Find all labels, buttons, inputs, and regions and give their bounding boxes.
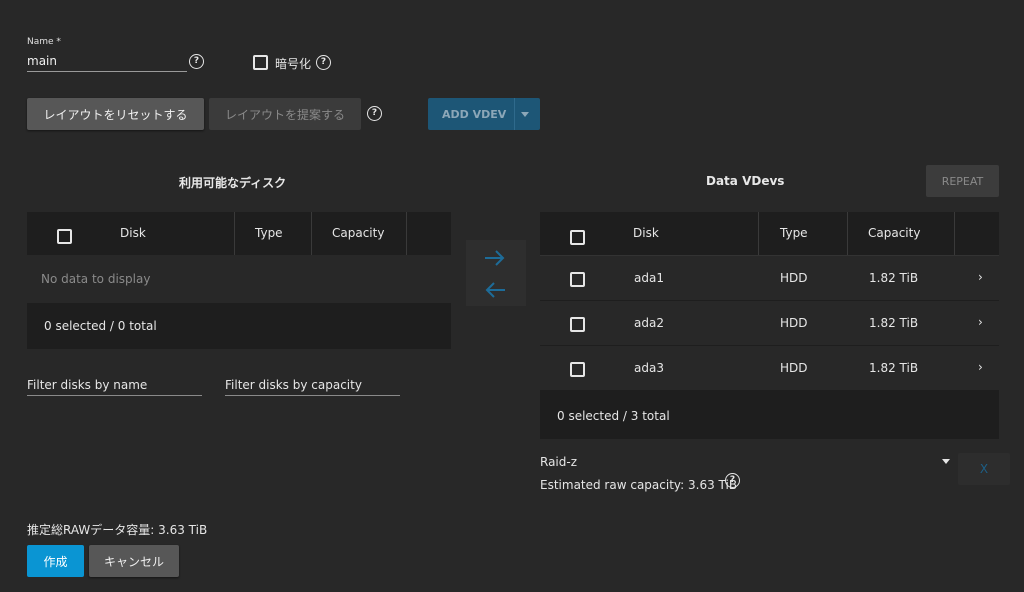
raid-type-value: Raid-z xyxy=(540,455,578,469)
available-disks-table: Disk Type Capacity No data to display 0 … xyxy=(27,212,451,349)
column-separator xyxy=(234,212,235,255)
help-circle-icon[interactable]: ? xyxy=(725,473,740,488)
select-all-checkbox[interactable] xyxy=(570,230,585,245)
row-type: HDD xyxy=(780,271,808,285)
add-vdev-divider xyxy=(514,98,515,130)
total-raw-capacity: 推定総RAWデータ容量: 3.63 TiB xyxy=(27,523,208,537)
column-separator xyxy=(311,212,312,255)
help-circle-icon[interactable]: ? xyxy=(367,106,382,121)
row-capacity: 1.82 TiB xyxy=(869,271,919,285)
row-capacity: 1.82 TiB xyxy=(869,316,919,330)
add-vdev-button[interactable]: ADD VDEV xyxy=(428,98,540,130)
name-label: Name * xyxy=(27,37,61,47)
suggest-layout-button[interactable]: レイアウトを提案する xyxy=(209,98,361,130)
row-type: HDD xyxy=(780,316,808,330)
reset-layout-button[interactable]: レイアウトをリセットする xyxy=(27,98,204,130)
encryption-label: 暗号化 xyxy=(275,57,312,71)
cancel-button[interactable]: キャンセル xyxy=(89,545,179,577)
column-disk[interactable]: Disk xyxy=(120,212,146,255)
raid-type-select[interactable]: Raid-z xyxy=(540,452,953,472)
row-checkbox[interactable] xyxy=(570,362,585,377)
column-type[interactable]: Type xyxy=(255,212,283,255)
row-disk: ada1 xyxy=(634,271,664,285)
row-disk: ada2 xyxy=(634,316,664,330)
vdevs-table-header: Disk Type Capacity xyxy=(540,212,999,256)
add-vdev-label: ADD VDEV xyxy=(442,107,507,121)
row-disk: ada3 xyxy=(634,361,664,375)
caret-down-icon[interactable] xyxy=(521,112,529,117)
column-separator xyxy=(758,212,759,255)
estimated-capacity: Estimated raw capacity: 3.63 TiB xyxy=(540,478,738,492)
row-checkbox[interactable] xyxy=(570,272,585,287)
select-all-checkbox[interactable] xyxy=(57,229,72,244)
arrow-right-icon[interactable] xyxy=(483,248,507,268)
chevron-right-icon[interactable]: › xyxy=(978,301,983,345)
chevron-right-icon[interactable]: › xyxy=(978,256,983,300)
remove-vdev-button[interactable]: X xyxy=(958,453,1010,485)
caret-down-icon[interactable] xyxy=(942,459,950,464)
column-capacity[interactable]: Capacity xyxy=(332,212,384,255)
column-disk[interactable]: Disk xyxy=(633,212,659,255)
row-capacity: 1.82 TiB xyxy=(869,361,919,375)
column-separator xyxy=(406,212,407,255)
column-separator xyxy=(847,212,848,255)
create-button[interactable]: 作成 xyxy=(27,545,84,577)
data-vdevs-table: Disk Type Capacity ada1 HDD 1.82 TiB › a… xyxy=(540,212,999,439)
available-disks-title: 利用可能なディスク xyxy=(179,176,287,190)
name-input[interactable] xyxy=(27,51,187,72)
create-pool-page: Name * ? 暗号化 ? レイアウトをリセットする レイアウトを提案する ?… xyxy=(0,0,1024,592)
help-circle-icon[interactable]: ? xyxy=(316,55,331,70)
available-footer: 0 selected / 0 total xyxy=(44,319,157,333)
chevron-right-icon[interactable]: › xyxy=(978,346,983,390)
empty-row: No data to display xyxy=(27,255,451,303)
available-table-header: Disk Type Capacity xyxy=(27,212,451,256)
table-row[interactable]: ada2 HDD 1.82 TiB › xyxy=(540,301,999,346)
column-type[interactable]: Type xyxy=(780,212,808,255)
column-capacity[interactable]: Capacity xyxy=(868,212,920,255)
table-row[interactable]: ada3 HDD 1.82 TiB › xyxy=(540,346,999,391)
data-vdevs-title: Data VDevs xyxy=(706,174,785,188)
arrow-left-icon[interactable] xyxy=(483,280,507,300)
filter-name-input[interactable]: Filter disks by name xyxy=(27,375,202,396)
column-separator xyxy=(954,212,955,255)
help-circle-icon[interactable]: ? xyxy=(189,54,204,69)
vdevs-footer: 0 selected / 3 total xyxy=(557,409,670,423)
filter-capacity-input[interactable]: Filter disks by capacity xyxy=(225,375,400,396)
empty-message: No data to display xyxy=(41,272,151,286)
encryption-checkbox[interactable] xyxy=(253,55,268,70)
repeat-button[interactable]: REPEAT xyxy=(926,165,999,197)
row-checkbox[interactable] xyxy=(570,317,585,332)
row-type: HDD xyxy=(780,361,808,375)
table-row[interactable]: ada1 HDD 1.82 TiB › xyxy=(540,256,999,301)
move-disks-controls xyxy=(466,240,526,306)
